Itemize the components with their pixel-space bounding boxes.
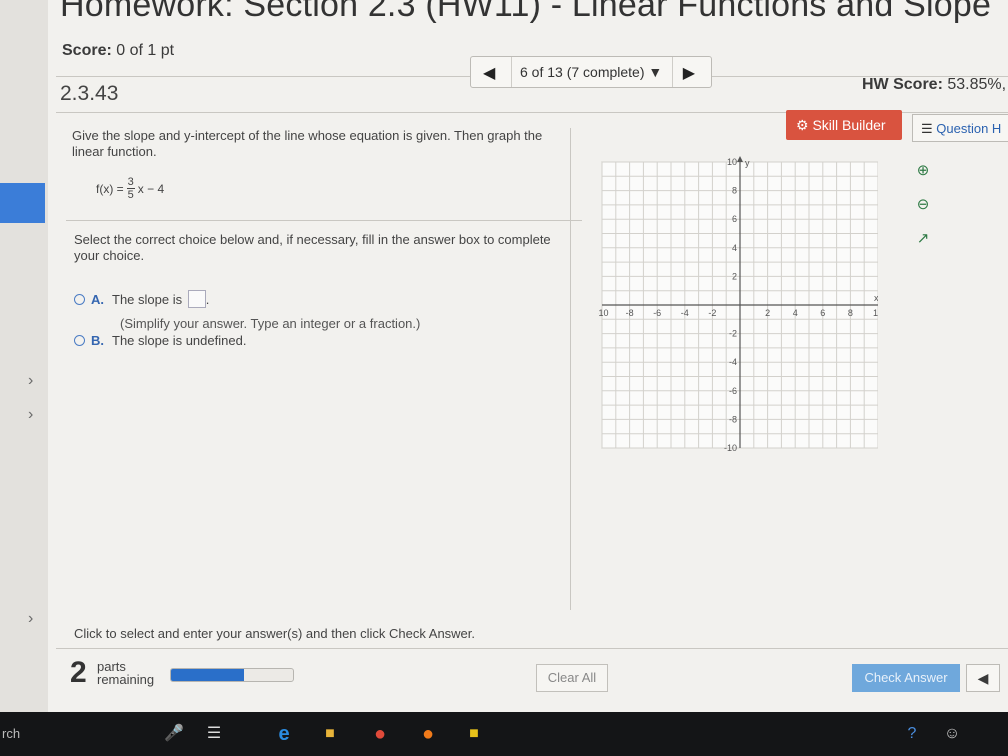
task-view-icon[interactable]: ☰ xyxy=(204,722,224,746)
x-tick-label: 8 xyxy=(848,308,853,318)
open-new-window-icon[interactable]: ↗ xyxy=(912,228,934,250)
people-icon[interactable]: ☺ xyxy=(940,722,964,746)
y-tick-label: 6 xyxy=(732,214,737,224)
y-tick-label: 8 xyxy=(732,186,737,196)
choice-a-text: The slope is xyxy=(112,292,183,307)
question-selector[interactable]: 6 of 13 (7 complete) ▼ xyxy=(511,57,673,87)
choice-letter: A. xyxy=(91,292,104,307)
choice-a-suffix: . xyxy=(205,292,210,307)
page-title: Homework: Section 2.3 (HW11) - Linear Fu… xyxy=(60,0,992,24)
radio-a[interactable] xyxy=(74,294,85,305)
score-value: 0 of 1 pt xyxy=(116,42,175,59)
help-icon[interactable]: ? xyxy=(900,722,924,746)
function-equation: f(x) = 3 5 x − 4 xyxy=(96,176,164,201)
x-tick-label: -6 xyxy=(653,308,661,318)
score-label: Score: xyxy=(62,42,112,59)
x-tick-label: 10 xyxy=(873,308,878,318)
slope-fraction: 3 5 xyxy=(126,176,135,201)
taskbar: rch 🎤 ☰ e ■ ● ● ■ ? ☺ xyxy=(0,712,1008,756)
hw-score-label: HW Score: xyxy=(862,76,943,93)
progress-fill xyxy=(171,669,245,681)
hw-score: HW Score: 53.85%, xyxy=(862,76,1006,94)
select-instruction: Select the correct choice below and, if … xyxy=(74,232,551,263)
remaining-label: remaining xyxy=(97,672,155,687)
zoom-out-icon[interactable]: ⊖ xyxy=(912,194,934,216)
skill-builder-label: Skill Builder xyxy=(812,117,886,133)
y-tick-label: 4 xyxy=(732,243,737,253)
y-tick-label: -4 xyxy=(729,357,737,367)
choice-b[interactable]: B. The slope is undefined. xyxy=(74,333,246,348)
x-tick-label: -4 xyxy=(681,308,689,318)
chevron-right-icon[interactable]: › xyxy=(28,610,33,628)
list-icon: ☰ xyxy=(921,121,933,136)
chrome-icon[interactable]: ● xyxy=(366,722,394,746)
check-answer-button[interactable]: Check Answer xyxy=(852,664,960,692)
fraction-numerator: 3 xyxy=(126,176,135,189)
choice-letter: B. xyxy=(91,333,104,348)
function-lhs: f(x) = xyxy=(96,181,124,196)
next-arrow-button[interactable]: ◀ xyxy=(966,664,1000,692)
radio-b[interactable] xyxy=(74,335,85,346)
y-axis-label: y xyxy=(745,158,750,168)
choice-b-text: The slope is undefined. xyxy=(112,333,247,348)
parts-count: 2 xyxy=(70,656,87,689)
y-tick-label: -8 xyxy=(729,414,737,424)
next-question-button[interactable]: ▶ xyxy=(683,63,695,83)
chevron-right-icon[interactable]: › xyxy=(28,372,33,390)
edge-icon[interactable]: e xyxy=(272,722,296,746)
puzzle-icon: ⚙ xyxy=(796,117,809,133)
x-tick-label: 4 xyxy=(793,308,798,318)
file-explorer-icon[interactable]: ■ xyxy=(318,722,342,746)
fraction-denominator: 5 xyxy=(127,189,134,201)
coordinate-graph[interactable]: -10 -8 -6 -4 -2 2 4 6 8 10 10 8 6 4 2 -2 -4 -6 -8 -10 x y xyxy=(595,156,883,463)
slope-answer-input[interactable] xyxy=(187,290,206,308)
y-tick-label: 10 xyxy=(727,157,737,167)
divider xyxy=(66,220,582,221)
y-tick-label: 2 xyxy=(732,271,737,281)
zoom-in-icon[interactable]: ⊕ xyxy=(912,160,934,182)
choice-a-hint: (Simplify your answer. Type an integer o… xyxy=(120,316,421,331)
left-sidebar xyxy=(0,0,48,712)
sidebar-active-item[interactable] xyxy=(0,183,45,223)
divider xyxy=(56,648,1008,649)
x-tick-label: -8 xyxy=(626,308,634,318)
graph-canvas[interactable]: -10 -8 -6 -4 -2 2 4 6 8 10 10 8 6 4 2 -2 -4 -6 -8 -10 x y xyxy=(595,156,883,458)
question-navigator: ◀ 6 of 13 (7 complete) ▼ ▶ xyxy=(470,56,712,88)
question-help-button[interactable]: ☰ Question H xyxy=(912,114,1008,142)
y-tick-label: -6 xyxy=(729,386,737,396)
hw-score-value: 53.85%, xyxy=(947,76,1007,93)
parts-progress-bar xyxy=(170,668,294,682)
function-rhs: x − 4 xyxy=(137,181,165,196)
score: Score: 0 of 1 pt xyxy=(62,42,174,60)
x-tick-label: 6 xyxy=(820,308,825,318)
skill-builder-button[interactable]: ⚙ Skill Builder xyxy=(786,110,902,140)
app-icon[interactable]: ■ xyxy=(462,722,486,746)
choice-a[interactable]: A. The slope is . xyxy=(74,290,209,308)
x-tick-label: -10 xyxy=(598,308,609,318)
question-help-label: Question H xyxy=(936,121,1002,136)
search-box[interactable]: rch xyxy=(2,722,20,746)
parts-remaining: parts remaining xyxy=(97,660,154,686)
x-tick-label: 2 xyxy=(765,308,770,318)
microphone-icon[interactable]: 🎤 xyxy=(164,722,184,746)
chevron-right-icon[interactable]: › xyxy=(28,406,33,424)
firefox-icon[interactable]: ● xyxy=(414,722,442,746)
bottom-instruction: Click to select and enter your answer(s)… xyxy=(74,626,476,641)
clear-all-button[interactable]: Clear All xyxy=(536,664,608,692)
question-id: 2.3.43 xyxy=(60,82,119,105)
previous-question-button[interactable]: ◀ xyxy=(483,63,495,83)
y-tick-label: -2 xyxy=(729,329,737,339)
x-axis-label: x xyxy=(874,293,878,303)
y-axis-arrow xyxy=(737,156,743,162)
x-tick-label: -2 xyxy=(708,308,716,318)
question-prompt: Give the slope and y-intercept of the li… xyxy=(72,128,543,159)
y-tick-label: -10 xyxy=(724,443,737,453)
divider xyxy=(570,128,571,610)
